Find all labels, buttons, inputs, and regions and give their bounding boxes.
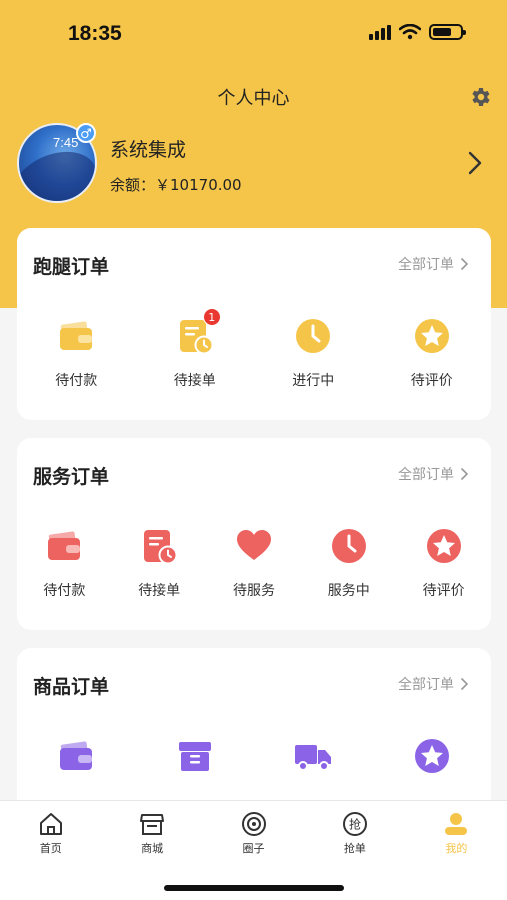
battery-icon bbox=[429, 24, 466, 40]
star-icon bbox=[426, 529, 461, 563]
order-status-to-review[interactable]: 待评价 bbox=[396, 526, 491, 600]
goods-order-status[interactable] bbox=[373, 736, 492, 776]
order-status-label: 待接单 bbox=[138, 583, 181, 599]
status-icons bbox=[369, 24, 466, 40]
tab-label: 商城 bbox=[141, 842, 164, 855]
profile-icon bbox=[445, 813, 468, 835]
order-status-label: 待付款 bbox=[55, 373, 98, 389]
all-orders-link[interactable]: 全部订单 bbox=[398, 674, 469, 694]
pending-order-icon bbox=[144, 530, 178, 565]
shop-icon bbox=[140, 814, 165, 835]
order-status-pending-service[interactable]: 待服务 bbox=[207, 526, 302, 600]
goods-order-status[interactable] bbox=[254, 736, 373, 776]
balance-label: 余额： bbox=[110, 176, 156, 194]
tab-label: 圈子 bbox=[242, 842, 265, 855]
order-status-pending-accept[interactable]: 待接单 bbox=[112, 526, 207, 600]
circle-icon bbox=[241, 812, 266, 836]
tab-home[interactable]: 首页 bbox=[0, 811, 101, 856]
male-gender-icon: ♂ bbox=[76, 123, 96, 143]
star-icon bbox=[414, 319, 449, 353]
chevron-right-icon[interactable] bbox=[466, 150, 484, 176]
home-indicator bbox=[164, 885, 344, 891]
order-status-pending-accept[interactable]: 1 待接单 bbox=[136, 308, 255, 390]
chevron-right-icon bbox=[460, 257, 469, 271]
all-orders-label: 全部订单 bbox=[398, 257, 454, 273]
box-icon bbox=[178, 742, 211, 771]
order-status-label: 待服务 bbox=[232, 583, 275, 599]
truck-icon bbox=[295, 745, 332, 771]
order-status-pending-payment[interactable]: 待付款 bbox=[17, 316, 136, 390]
svg-text:抢: 抢 bbox=[349, 817, 361, 832]
all-orders-link[interactable]: 全部订单 bbox=[398, 464, 469, 484]
signal-icon bbox=[369, 24, 391, 40]
page-title: 个人中心 bbox=[217, 88, 290, 109]
service-orders-card: 服务订单 全部订单 待付款 待接单 待服务 服务中 待评价 bbox=[17, 438, 491, 630]
errand-orders-card: 跑腿订单 全部订单 待付款 1 待接单 进行中 待评价 bbox=[17, 228, 491, 420]
order-status-label: 待评价 bbox=[410, 373, 453, 389]
user-name: 系统集成 bbox=[110, 139, 187, 161]
all-orders-label: 全部订单 bbox=[398, 467, 454, 483]
tab-grab-order[interactable]: 抢 抢单 bbox=[304, 811, 405, 856]
goods-order-status[interactable] bbox=[136, 736, 255, 776]
balance-value: ￥10170.00 bbox=[155, 176, 242, 194]
order-status-pending-payment[interactable]: 待付款 bbox=[17, 526, 112, 600]
all-orders-label: 全部订单 bbox=[398, 677, 454, 693]
tab-shop[interactable]: 商城 bbox=[101, 811, 202, 856]
card-title: 跑腿订单 bbox=[33, 256, 110, 278]
card-title: 服务订单 bbox=[33, 466, 110, 488]
tab-profile[interactable]: 我的 bbox=[406, 811, 507, 856]
order-status-in-service[interactable]: 服务中 bbox=[301, 526, 396, 600]
wallet-icon bbox=[48, 531, 81, 560]
heart-icon bbox=[236, 530, 271, 560]
order-status-label: 待接单 bbox=[173, 373, 216, 389]
status-bar: 18:35 bbox=[0, 0, 507, 70]
chevron-right-icon bbox=[460, 467, 469, 481]
grab-order-icon: 抢 bbox=[342, 812, 367, 836]
avatar-clock-text: 7:45 bbox=[53, 135, 79, 150]
order-status-label: 待评价 bbox=[422, 583, 465, 599]
wifi-icon bbox=[399, 24, 421, 40]
wallet-icon bbox=[60, 741, 93, 770]
card-title: 商品订单 bbox=[33, 676, 110, 698]
goods-order-status[interactable] bbox=[17, 736, 136, 776]
chevron-right-icon bbox=[460, 677, 469, 691]
tab-label: 首页 bbox=[39, 842, 62, 855]
settings-gear-icon[interactable] bbox=[468, 85, 492, 109]
tab-label: 抢单 bbox=[343, 842, 366, 855]
order-status-label: 待付款 bbox=[43, 583, 86, 599]
order-status-label: 进行中 bbox=[292, 373, 335, 389]
home-icon bbox=[39, 813, 62, 835]
order-status-in-progress[interactable]: 进行中 bbox=[254, 316, 373, 390]
all-orders-link[interactable]: 全部订单 bbox=[398, 254, 469, 274]
clock-icon bbox=[331, 529, 366, 563]
order-status-to-review[interactable]: 待评价 bbox=[373, 316, 492, 390]
star-icon bbox=[414, 739, 449, 773]
tab-label: 我的 bbox=[445, 842, 468, 855]
pending-order-icon-wrap: 1 bbox=[175, 308, 221, 356]
clock-icon bbox=[296, 319, 331, 353]
wallet-icon bbox=[60, 321, 93, 350]
balance: 余额：￥10170.00 bbox=[110, 174, 242, 195]
tab-circle[interactable]: 圈子 bbox=[203, 811, 304, 856]
status-time: 18:35 bbox=[68, 22, 122, 45]
notification-badge: 1 bbox=[202, 308, 221, 326]
order-status-label: 服务中 bbox=[327, 583, 370, 599]
